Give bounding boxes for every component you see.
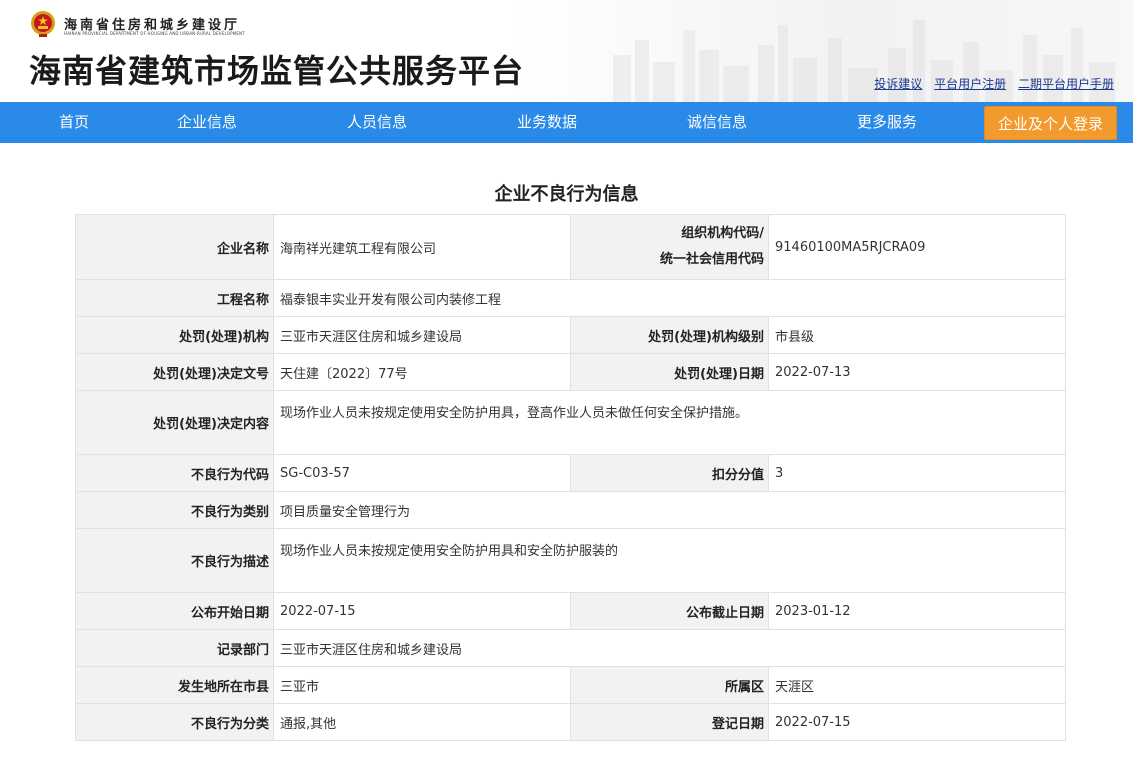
bad-desc-value: 现场作业人员未按规定使用安全防护用具和安全防护服装的 — [273, 528, 1066, 593]
top-links: 投诉建议 平台用户注册 二期平台用户手册 — [866, 75, 1114, 92]
district-label: 所属区 — [570, 666, 769, 704]
table-row: 发生地所在市县 三亚市 所属区 天涯区 — [75, 666, 1066, 704]
decision-no-value: 天住建〔2022〕77号 — [273, 353, 571, 391]
record-dept-value: 三亚市天涯区住房和城乡建设局 — [273, 629, 1066, 667]
bad-category-label: 不良行为类别 — [75, 491, 274, 529]
penalty-date-value: 2022-07-13 — [768, 353, 1066, 391]
nav-home[interactable]: 首页 — [59, 102, 89, 143]
nav-business-data[interactable]: 业务数据 — [517, 102, 577, 143]
bad-code-label: 不良行为代码 — [75, 454, 274, 492]
bad-desc-label: 不良行为描述 — [75, 528, 274, 593]
bad-category-value: 项目质量安全管理行为 — [273, 491, 1066, 529]
org-code-label-line2: 统一社会信用代码 — [659, 252, 764, 267]
org-code-label-line1: 组织机构代码/ — [681, 226, 764, 241]
district-value: 天涯区 — [768, 666, 1066, 704]
deduct-value: 3 — [768, 454, 1066, 492]
publish-end-value: 2023-01-12 — [768, 592, 1066, 630]
table-row: 不良行为分类 通报,其他 登记日期 2022-07-15 — [75, 703, 1066, 741]
table-row: 企业名称 海南祥光建筑工程有限公司 组织机构代码/ 统一社会信用代码 91460… — [75, 214, 1066, 280]
city-value: 三亚市 — [273, 666, 571, 704]
penalty-org-level-label: 处罚(处理)机构级别 — [570, 316, 769, 354]
decision-content-label: 处罚(处理)决定内容 — [75, 390, 274, 455]
city-label: 发生地所在市县 — [75, 666, 274, 704]
register-link[interactable]: 平台用户注册 — [934, 77, 1006, 91]
penalty-org-value: 三亚市天涯区住房和城乡建设局 — [273, 316, 571, 354]
user-manual-link[interactable]: 二期平台用户手册 — [1018, 77, 1114, 91]
project-name-label: 工程名称 — [75, 279, 274, 317]
table-row: 不良行为代码 SG-C03-57 扣分分值 3 — [75, 454, 1066, 492]
org-code-label: 组织机构代码/ 统一社会信用代码 — [570, 214, 769, 280]
site-title: 海南省建筑市场监管公共服务平台 — [29, 52, 525, 90]
company-name-label: 企业名称 — [75, 214, 274, 280]
national-emblem-icon — [31, 11, 55, 37]
classification-label: 不良行为分类 — [75, 703, 274, 741]
page-title: 企业不良行为信息 — [494, 184, 639, 205]
login-button[interactable]: 企业及个人登录 — [984, 106, 1117, 140]
table-row: 工程名称 福泰银丰实业开发有限公司内装修工程 — [75, 279, 1066, 317]
table-row: 不良行为类别 项目质量安全管理行为 — [75, 491, 1066, 529]
nav-credit-info[interactable]: 诚信信息 — [687, 102, 747, 143]
table-row: 处罚(处理)机构 三亚市天涯区住房和城乡建设局 处罚(处理)机构级别 市县级 — [75, 316, 1066, 354]
main-nav: 首页 企业信息 人员信息 业务数据 诚信信息 更多服务 — [0, 102, 1133, 143]
company-name-value: 海南祥光建筑工程有限公司 — [273, 214, 571, 280]
register-date-value: 2022-07-15 — [768, 703, 1066, 741]
table-row: 不良行为描述 现场作业人员未按规定使用安全防护用具和安全防护服装的 — [75, 528, 1066, 593]
decision-content-value: 现场作业人员未按规定使用安全防护用具，登高作业人员未做任何安全保护措施。 — [273, 390, 1066, 455]
table-row: 处罚(处理)决定内容 现场作业人员未按规定使用安全防护用具，登高作业人员未做任何… — [75, 390, 1066, 455]
table-row: 公布开始日期 2022-07-15 公布截止日期 2023-01-12 — [75, 592, 1066, 630]
deduct-label: 扣分分值 — [570, 454, 769, 492]
penalty-date-label: 处罚(处理)日期 — [570, 353, 769, 391]
publish-start-value: 2022-07-15 — [273, 592, 571, 630]
project-name-value: 福泰银丰实业开发有限公司内装修工程 — [273, 279, 1066, 317]
decision-no-label: 处罚(处理)决定文号 — [75, 353, 274, 391]
table-row: 处罚(处理)决定文号 天住建〔2022〕77号 处罚(处理)日期 2022-07… — [75, 353, 1066, 391]
bad-behavior-info-table: 企业名称 海南祥光建筑工程有限公司 组织机构代码/ 统一社会信用代码 91460… — [75, 214, 1066, 741]
table-row: 记录部门 三亚市天涯区住房和城乡建设局 — [75, 629, 1066, 667]
nav-enterprise-info[interactable]: 企业信息 — [177, 102, 237, 143]
nav-personnel-info[interactable]: 人员信息 — [347, 102, 407, 143]
register-date-label: 登记日期 — [570, 703, 769, 741]
org-code-value: 91460100MA5RJCRA09 — [768, 214, 1066, 280]
site-header: 海南省住房和城乡建设厅 HAINAN PROVINCIAL DEPARTMENT… — [0, 0, 1133, 102]
nav-more-services[interactable]: 更多服务 — [857, 102, 917, 143]
publish-start-label: 公布开始日期 — [75, 592, 274, 630]
penalty-org-label: 处罚(处理)机构 — [75, 316, 274, 354]
complaint-link[interactable]: 投诉建议 — [874, 77, 922, 91]
publish-end-label: 公布截止日期 — [570, 592, 769, 630]
record-dept-label: 记录部门 — [75, 629, 274, 667]
department-name-en: HAINAN PROVINCIAL DEPARTMENT OF HOUSING … — [64, 31, 245, 36]
classification-value: 通报,其他 — [273, 703, 571, 741]
bad-code-value: SG-C03-57 — [273, 454, 571, 492]
penalty-org-level-value: 市县级 — [768, 316, 1066, 354]
